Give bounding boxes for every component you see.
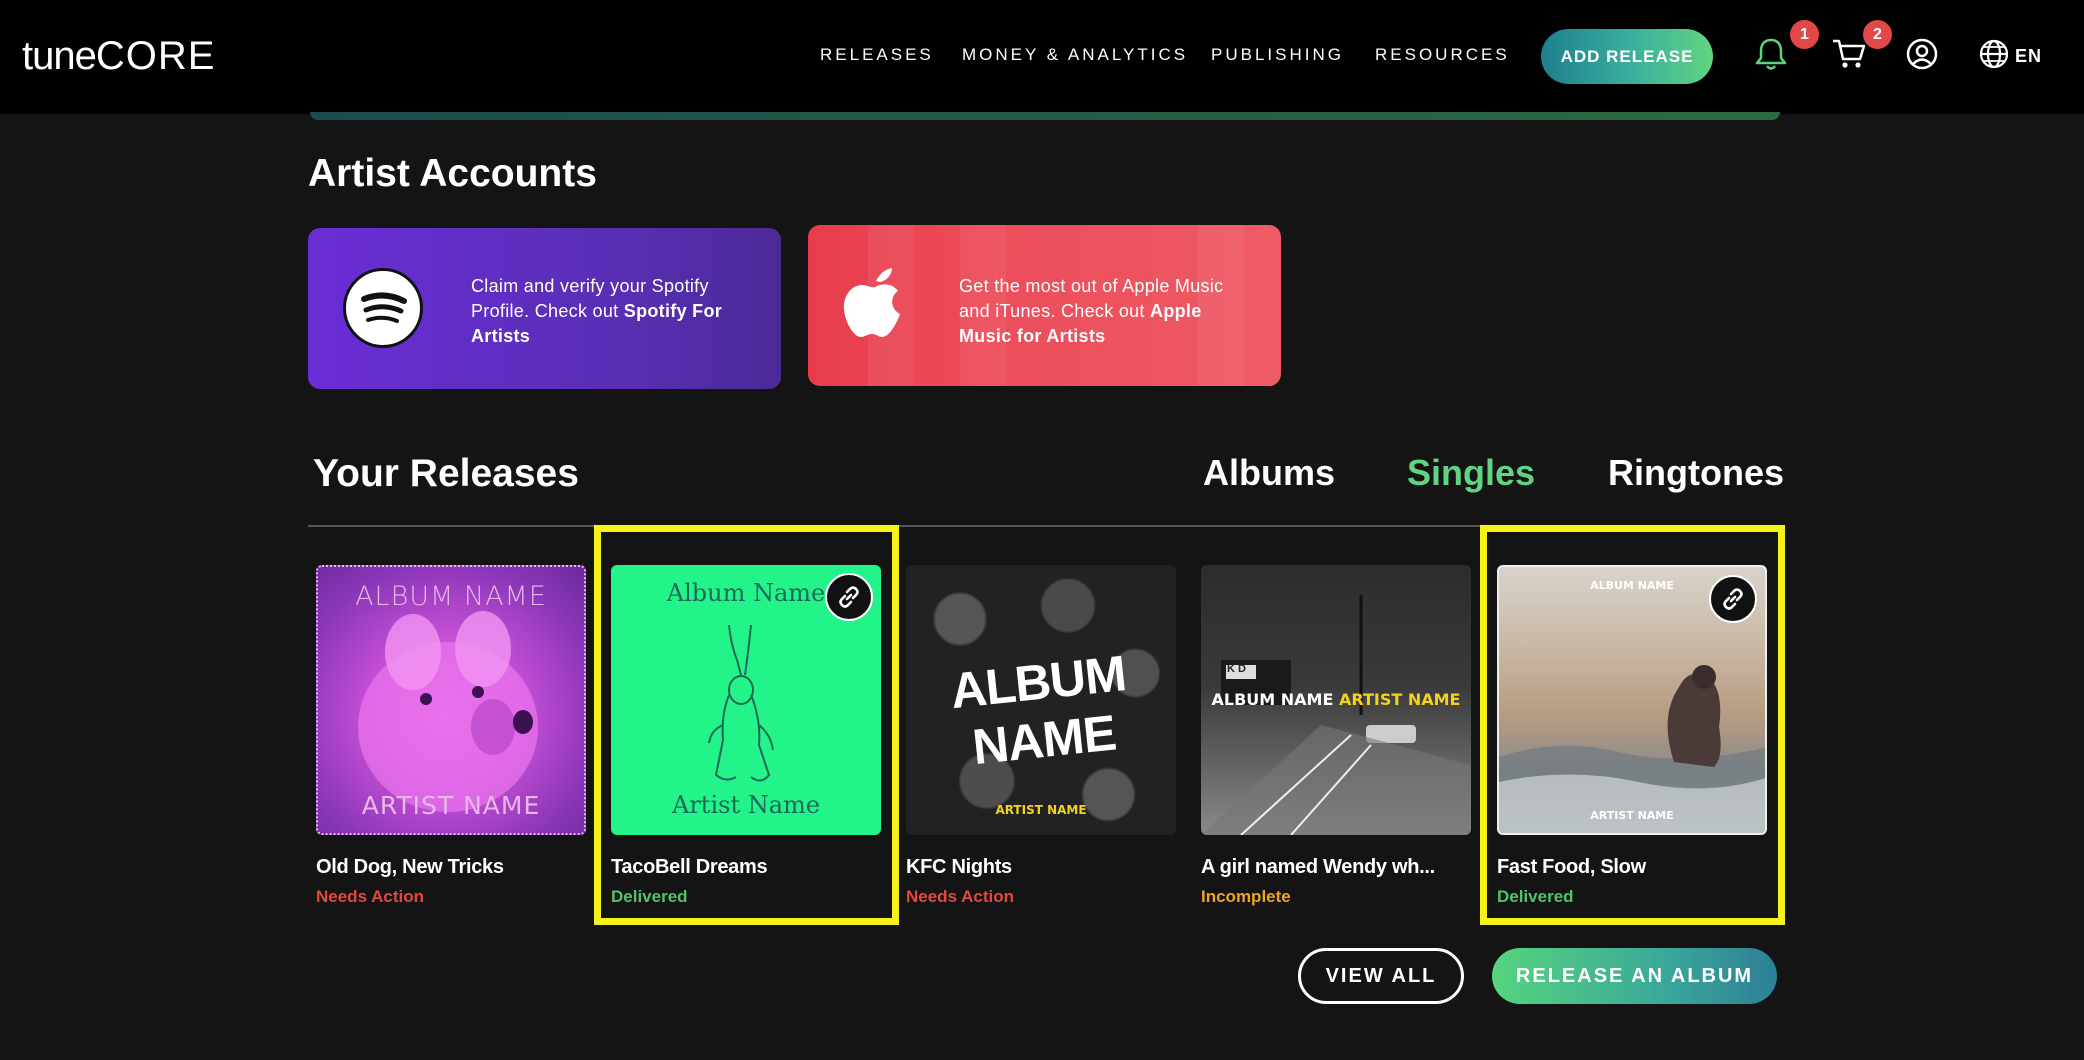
share-link-button[interactable] (825, 573, 873, 621)
release-title[interactable]: TacoBell Dreams (611, 856, 768, 879)
release-cover[interactable]: ALBUM NAME ARTIST NAME (906, 565, 1176, 835)
spotify-text-line2: Profile. Check out (471, 301, 624, 321)
cover-artist-text: ARTIST NAME (1590, 809, 1674, 822)
notifications-badge: 1 (1790, 20, 1819, 49)
share-link-button[interactable] (1709, 575, 1757, 623)
release-cover[interactable]: ALBUM NAME ARTIST NAME (1497, 565, 1767, 835)
release-cover[interactable]: ALBUM NAME ARTIST NAME (316, 565, 586, 835)
apple-text-line2: and iTunes. Check out (959, 301, 1151, 321)
cover-album-text: ALBUM NAME (947, 645, 1129, 776)
tab-singles[interactable]: Singles (1407, 452, 1535, 494)
apple-logo-icon (840, 259, 910, 348)
spotify-text-line1: Claim and verify your Spotify (471, 276, 709, 296)
add-release-button[interactable]: ADD RELEASE (1541, 29, 1713, 84)
apple-text-line3[interactable]: Music for Artists (959, 326, 1105, 346)
apple-music-for-artists-card[interactable]: Get the most out of Apple Music and iTun… (808, 225, 1281, 386)
apple-music-link[interactable]: Apple (1150, 301, 1202, 321)
cart-icon[interactable] (1831, 36, 1867, 72)
spotify-for-artists-card[interactable]: Claim and verify your Spotify Profile. C… (308, 228, 781, 389)
logo-core-text: CORE (95, 34, 216, 78)
cover-artist-text: ARTIST NAME (361, 791, 541, 820)
cover-artist-text: ARTIST NAME (1338, 690, 1461, 709)
release-cover[interactable]: K D ALBUM NAME ARTIST NAME (1201, 565, 1471, 835)
your-releases-heading: Your Releases (313, 452, 579, 495)
nav-money-analytics[interactable]: MONEY & ANALYTICS (962, 45, 1188, 65)
spotify-for-artists-link[interactable]: Spotify For (624, 301, 722, 321)
release-title[interactable]: A girl named Wendy wh... (1201, 856, 1435, 879)
tab-ringtones[interactable]: Ringtones (1608, 452, 1784, 494)
spotify-text-line3[interactable]: Artists (471, 326, 530, 346)
view-all-button[interactable]: VIEW ALL (1298, 948, 1464, 1004)
cover-album-text: ALBUM NAME (355, 581, 547, 612)
artist-accounts-heading: Artist Accounts (308, 152, 597, 195)
user-account-icon[interactable] (1904, 36, 1940, 72)
cover-title-row: ALBUM NAME ARTIST NAME (1201, 690, 1471, 709)
cover-sign-text: K D (1227, 663, 1246, 675)
spotify-card-text: Claim and verify your Spotify Profile. C… (471, 274, 722, 349)
nav-releases[interactable]: RELEASES (820, 45, 934, 65)
link-icon (1723, 588, 1743, 610)
logo-tune-text: tune (22, 34, 97, 78)
tab-albums[interactable]: Albums (1203, 452, 1335, 494)
apple-card-text: Get the most out of Apple Music and iTun… (959, 274, 1223, 349)
previous-section-edge (310, 112, 1780, 120)
nav-publishing[interactable]: PUBLISHING (1211, 45, 1344, 65)
release-title[interactable]: Old Dog, New Tricks (316, 856, 504, 879)
tunecore-logo[interactable]: tuneCORE (22, 34, 215, 79)
release-status: Needs Action (316, 887, 425, 906)
link-icon (839, 586, 859, 608)
cover-album-text: ALBUM NAME (1211, 690, 1334, 709)
release-status: Needs Action (906, 887, 1015, 906)
globe-icon[interactable] (1976, 36, 2012, 72)
apple-text-line1: Get the most out of Apple Music (959, 276, 1224, 296)
nav-resources[interactable]: RESOURCES (1375, 45, 1510, 65)
release-title[interactable]: KFC Nights (906, 856, 1012, 879)
cover-artist-text: Artist Name (672, 791, 820, 819)
release-status: Incomplete (1201, 887, 1291, 906)
cover-artist-text: ARTIST NAME (995, 803, 1087, 817)
release-title[interactable]: Fast Food, Slow (1497, 856, 1646, 879)
release-an-album-button[interactable]: RELEASE AN ALBUM (1492, 948, 1777, 1004)
top-navigation-bar: tuneCORE RELEASES MONEY & ANALYTICS PUBL… (0, 0, 2084, 114)
release-cover[interactable]: Album Name Artist Name (611, 565, 881, 835)
release-status: Delivered (1497, 887, 1574, 906)
spotify-icon (343, 268, 423, 348)
language-selector[interactable]: EN (2015, 46, 2042, 67)
cart-badge: 2 (1863, 20, 1892, 49)
bell-icon[interactable] (1753, 36, 1789, 72)
release-status: Delivered (611, 887, 688, 906)
